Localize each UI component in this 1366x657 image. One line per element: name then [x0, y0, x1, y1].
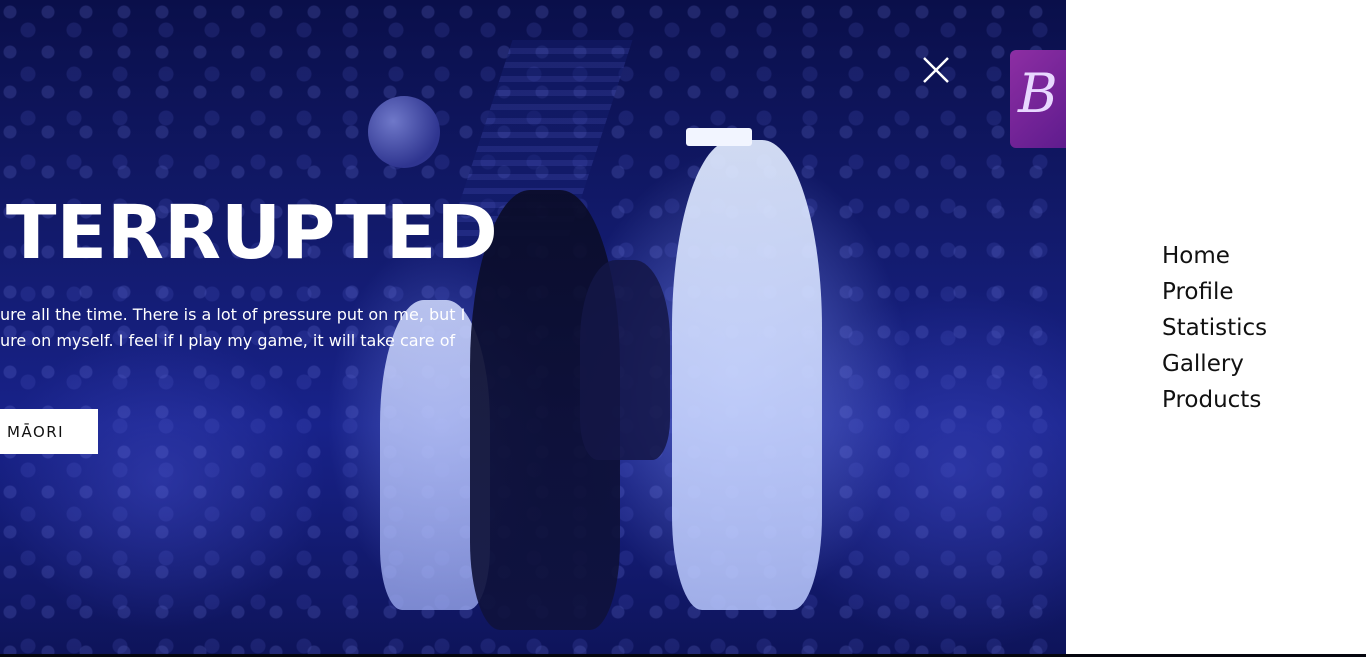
nav-link-statistics[interactable]: Statistics — [1162, 315, 1267, 341]
player-figure — [580, 260, 670, 460]
nav-link-home[interactable]: Home — [1162, 243, 1230, 269]
language-button[interactable]: MĀORI — [0, 409, 98, 454]
hero-quote-line: ure on myself. I feel if I play my game,… — [0, 331, 456, 350]
nav-link-profile[interactable]: Profile — [1162, 279, 1234, 305]
nav-link-gallery[interactable]: Gallery — [1162, 351, 1244, 377]
page: B TERRUPTED ure all the time. There is a… — [0, 0, 1366, 657]
close-button[interactable] — [918, 52, 954, 88]
nav-item-statistics: Statistics — [1162, 310, 1267, 346]
hero-title: TERRUPTED — [6, 190, 498, 276]
hero-quote-line: ure all the time. There is a lot of pres… — [0, 305, 466, 324]
player-headband — [686, 128, 752, 146]
hero-quote: ure all the time. There is a lot of pres… — [0, 302, 500, 354]
player-figure — [672, 140, 822, 610]
hero-video-background: B TERRUPTED ure all the time. There is a… — [0, 0, 1066, 654]
side-menu-panel: Home Profile Statistics Gallery Products — [1066, 0, 1366, 654]
nav-item-gallery: Gallery — [1162, 346, 1267, 382]
nav-menu: Home Profile Statistics Gallery Products — [1162, 238, 1267, 418]
ad-board-glyph: B — [1018, 62, 1058, 125]
nav-item-products: Products — [1162, 382, 1267, 418]
close-icon — [923, 57, 949, 83]
arena-ad-board: B — [1010, 50, 1066, 148]
nav-item-profile: Profile — [1162, 274, 1267, 310]
nav-link-products[interactable]: Products — [1162, 387, 1261, 413]
nav-item-home: Home — [1162, 238, 1267, 274]
basketball — [368, 96, 440, 168]
